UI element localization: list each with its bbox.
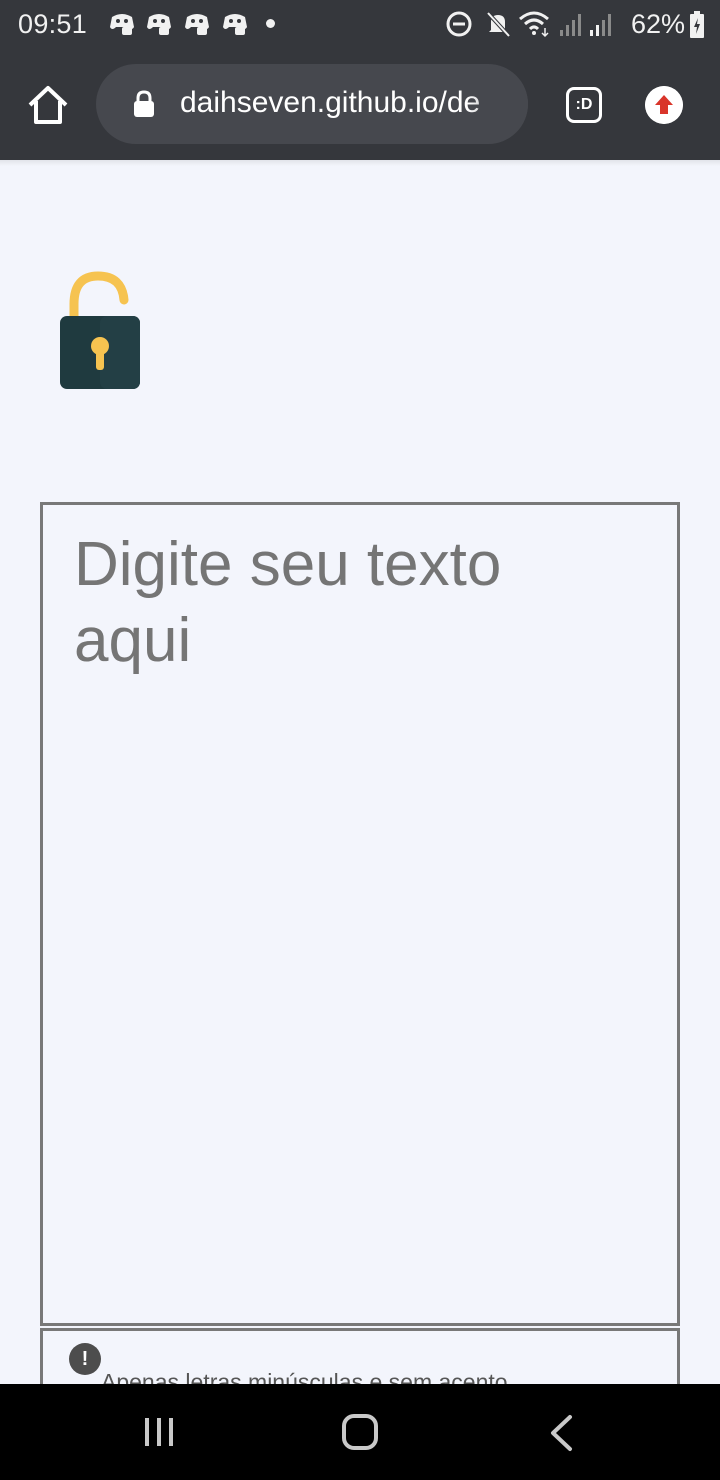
battery-charging-icon <box>690 11 704 38</box>
address-bar[interactable]: daihseven.github.io/de <box>96 64 528 144</box>
game-notification-icon <box>223 14 247 35</box>
do-not-disturb-icon <box>446 11 472 37</box>
more-notifications-dot <box>266 19 275 28</box>
url-text: daihseven.github.io/de <box>180 86 481 119</box>
signal-icon <box>560 14 581 36</box>
upload-icon[interactable] <box>645 86 683 124</box>
lock-icon <box>134 90 154 117</box>
game-notification-icon <box>147 14 171 35</box>
game-notification-icon <box>110 14 134 35</box>
mute-icon <box>486 11 511 38</box>
text-input-area[interactable]: Digite seu texto aqui <box>40 502 680 1326</box>
signal-icon <box>590 14 611 36</box>
open-padlock-icon <box>60 271 140 389</box>
game-notification-icon <box>185 14 209 35</box>
status-time: 09:51 <box>18 9 88 39</box>
wifi-icon <box>519 11 549 38</box>
navigation-bar <box>0 1384 720 1480</box>
status-bar: 09:51 62% <box>0 0 720 50</box>
toolbar-shadow <box>0 160 720 166</box>
browser-toolbar: daihseven.github.io/de :D <box>0 50 720 160</box>
home-button[interactable] <box>342 1414 378 1450</box>
textarea-placeholder: Digite seu texto aqui <box>74 530 502 675</box>
info-icon: ! <box>69 1343 101 1375</box>
tab-switcher-button[interactable]: :D <box>566 87 602 123</box>
back-icon[interactable] <box>548 1414 574 1452</box>
recent-apps-icon[interactable] <box>142 1416 176 1448</box>
url-fade <box>468 64 528 144</box>
battery-percentage: 62% <box>631 9 686 39</box>
home-icon[interactable] <box>26 83 70 127</box>
